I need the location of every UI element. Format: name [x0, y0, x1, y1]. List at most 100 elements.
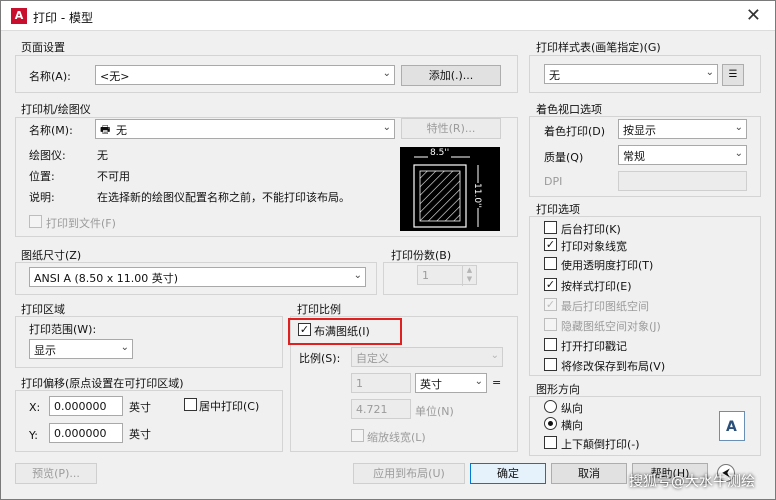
description-value: 在选择新的绘图仪配置名称之前，不能打印该布局。	[97, 191, 350, 204]
watermark-text: 搜狐号@大水牛测绘	[629, 474, 755, 490]
title-bar: A 打印 - 模型 ✕	[1, 1, 775, 31]
shade-plot-value: 按显示	[623, 124, 656, 137]
apply-to-layout-button[interactable]: 应用到布局(U)	[353, 463, 465, 484]
chevron-down-icon: ⌄	[474, 376, 483, 387]
paperspace-last-label: 最后打印图纸空间	[561, 300, 649, 313]
upside-down-checkbox[interactable]	[544, 436, 557, 449]
offset-y-input[interactable]: 0.000000	[49, 423, 123, 443]
paper-size-value: ANSI A (8.50 x 11.00 英寸)	[34, 272, 179, 285]
print-to-file-checkbox[interactable]	[29, 215, 42, 228]
dpi-label: DPI	[544, 175, 563, 188]
offset-x-input[interactable]: 0.000000	[49, 396, 123, 416]
plot-style-value: 无	[549, 69, 560, 82]
edit-plot-style-icon[interactable]: ☰	[722, 64, 744, 86]
quality-label: 质量(Q)	[544, 151, 584, 164]
scale-unit-value: 英寸	[420, 378, 442, 391]
printer-name-select[interactable]: 🖶 无 ⌄	[95, 119, 395, 139]
copies-value: 1	[422, 269, 429, 282]
print-dialog: A 打印 - 模型 ✕ 页面设置 名称(A): <无> ⌄ 添加(.)... 打印…	[0, 0, 776, 500]
chevron-down-icon: ⌄	[120, 342, 129, 353]
hide-paperspace-checkbox[interactable]	[544, 318, 557, 331]
landscape-label: 横向	[561, 419, 583, 432]
plot-with-styles-checkbox[interactable]: ✓	[544, 278, 557, 291]
paper-size-label: 图纸尺寸(Z)	[21, 249, 82, 262]
plot-range-value: 显示	[34, 344, 56, 357]
location-label: 位置:	[29, 170, 55, 183]
scale-lineweights-checkbox[interactable]	[351, 429, 364, 442]
save-to-layout-label: 将修改保存到布局(V)	[561, 360, 666, 373]
page-setup-name-select[interactable]: <无> ⌄	[95, 65, 395, 85]
plot-range-label: 打印范围(W):	[29, 323, 97, 336]
print-to-file-label: 打印到文件(F)	[46, 217, 116, 230]
scale-label: 比例(S):	[299, 352, 341, 365]
paperspace-last-checkbox[interactable]: ✓	[544, 298, 557, 311]
scale-value1-input[interactable]: 1	[351, 373, 411, 393]
upside-down-label: 上下颠倒打印(-)	[561, 438, 640, 451]
orientation-letter: A	[726, 419, 737, 435]
plot-offset-label: 打印偏移(原点设置在可打印区域)	[21, 377, 184, 390]
plot-lineweights-label: 打印对象线宽	[561, 240, 627, 253]
transparency-checkbox[interactable]	[544, 257, 557, 270]
dpi-input[interactable]	[618, 171, 747, 191]
page-setup-name-label: 名称(A):	[29, 70, 71, 83]
page-setup-name-value: <无>	[100, 70, 130, 83]
close-icon[interactable]: ✕	[746, 5, 761, 26]
ok-button[interactable]: 确定	[470, 463, 546, 484]
plot-stamp-checkbox[interactable]	[544, 338, 557, 351]
plot-scale-label: 打印比例	[297, 303, 341, 316]
scale-value2-input[interactable]: 4.721	[351, 399, 411, 419]
offset-x-label: X:	[29, 401, 41, 414]
scale-value: 自定义	[356, 352, 389, 365]
add-page-setup-button[interactable]: 添加(.)...	[401, 65, 501, 86]
copies-spinner-icon[interactable]: ▲ ▼	[462, 266, 476, 286]
chevron-down-icon: ⌄	[705, 67, 714, 78]
plot-style-select[interactable]: 无 ⌄	[544, 64, 718, 84]
printer-icon: 🖶	[100, 123, 111, 136]
hide-paperspace-label: 隐藏图纸空间对象(J)	[561, 320, 661, 333]
chevron-down-icon: ⌄	[734, 148, 743, 159]
plot-stamp-label: 打开打印戳记	[561, 340, 627, 353]
plotter-value: 无	[97, 149, 108, 162]
chevron-down-icon: ⌄	[734, 122, 743, 133]
offset-y-label: Y:	[29, 429, 38, 442]
plot-range-select[interactable]: 显示 ⌄	[29, 339, 133, 359]
cancel-button[interactable]: 取消	[551, 463, 627, 484]
chevron-down-icon: ⌄	[490, 350, 499, 361]
shade-plot-select[interactable]: 按显示 ⌄	[618, 119, 747, 139]
plot-with-styles-label: 按样式打印(E)	[561, 280, 632, 293]
scale-lineweights-label: 缩放线宽(L)	[367, 431, 426, 444]
orientation-label: 图形方向	[536, 383, 580, 396]
paper-size-select[interactable]: ANSI A (8.50 x 11.00 英寸) ⌄	[29, 267, 366, 287]
scale-unit-select[interactable]: 英寸 ⌄	[415, 373, 487, 393]
plot-options-label: 打印选项	[536, 203, 580, 216]
landscape-radio[interactable]	[544, 417, 557, 430]
location-value: 不可用	[97, 170, 130, 183]
chevron-down-icon: ⌄	[382, 68, 391, 79]
paper-preview-drawing	[413, 156, 479, 228]
plot-area-label: 打印区域	[21, 303, 65, 316]
portrait-radio[interactable]	[544, 400, 557, 413]
printer-name-label: 名称(M):	[29, 124, 73, 137]
plot-lineweights-checkbox[interactable]: ✓	[544, 238, 557, 251]
shaded-viewport-label: 着色视口选项	[536, 103, 602, 116]
quality-select[interactable]: 常规 ⌄	[618, 145, 747, 165]
fit-to-paper-highlight	[288, 318, 402, 345]
printer-name-value: 无	[116, 124, 127, 137]
portrait-label: 纵向	[561, 402, 583, 415]
transparency-label: 使用透明度打印(T)	[561, 259, 654, 272]
quality-value: 常规	[623, 150, 645, 163]
copies-input[interactable]: 1 ▲ ▼	[417, 265, 477, 286]
paper-width-label: 8.5''	[428, 148, 452, 158]
orientation-preview-icon: A	[719, 411, 745, 441]
plot-style-table-label: 打印样式表(画笔指定)(G)	[536, 41, 661, 54]
scale-equals: =	[492, 376, 502, 389]
center-plot-checkbox[interactable]	[184, 398, 197, 411]
preview-button[interactable]: 预览(P)...	[15, 463, 97, 484]
page-setup-label: 页面设置	[21, 41, 65, 54]
copies-label: 打印份数(B)	[391, 249, 452, 262]
scale-units-label: 单位(N)	[415, 405, 454, 418]
save-to-layout-checkbox[interactable]	[544, 358, 557, 371]
printer-properties-button[interactable]: 特性(R)...	[401, 118, 501, 139]
background-plot-checkbox[interactable]	[544, 221, 557, 234]
scale-select[interactable]: 自定义 ⌄	[351, 347, 503, 367]
